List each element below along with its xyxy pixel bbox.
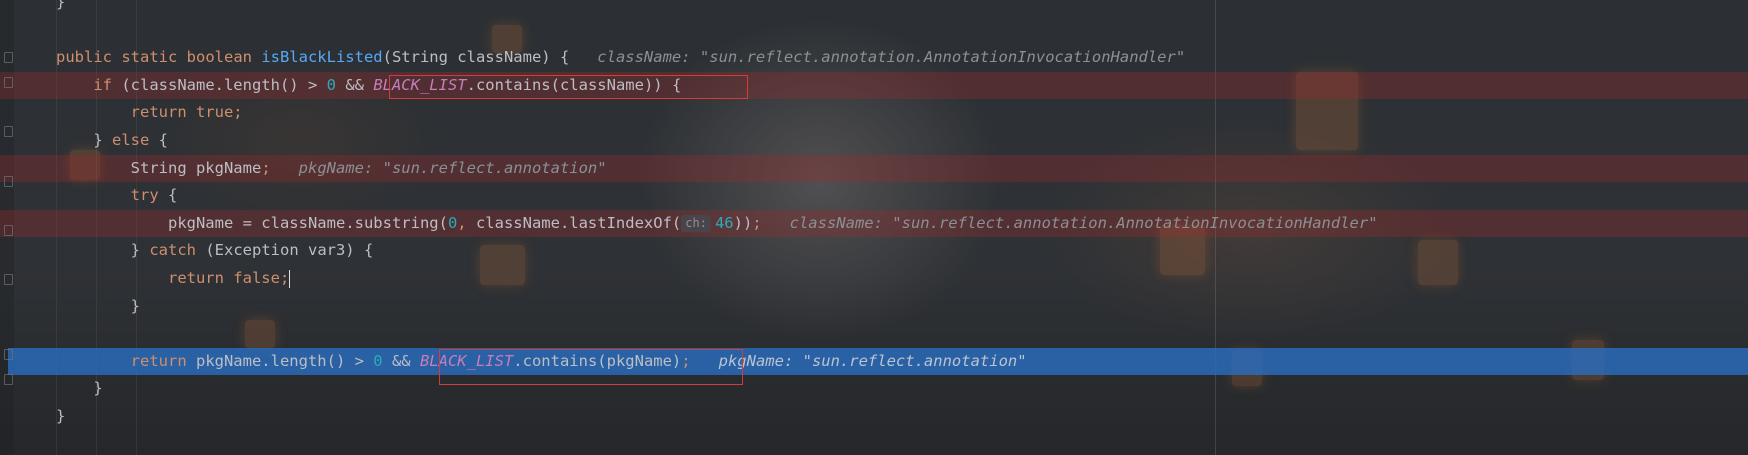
breakpoint-line[interactable]: String pkgName; pkgName: "sun.reflect.an… (0, 154, 1748, 182)
code-line[interactable]: } (0, 403, 1748, 430)
code-line[interactable]: } (0, 375, 1748, 402)
code-text: pkgName = className.substring(0, classNa… (56, 210, 1378, 237)
code-line[interactable]: try { (0, 182, 1748, 209)
breakpoint-line[interactable]: pkgName = className.substring(0, classNa… (0, 209, 1748, 237)
code-token: public (56, 48, 122, 67)
fold-marker-icon[interactable] (4, 52, 13, 63)
code-token: ; (752, 213, 762, 232)
code-text: } (56, 293, 140, 320)
code-text: return false; (56, 265, 291, 292)
breakpoint-line[interactable]: if (className.length() > 0 && BLACK_LIST… (0, 71, 1748, 99)
code-line[interactable] (0, 17, 1748, 44)
code-text: try { (56, 182, 178, 209)
code-line[interactable]: } catch (Exception var3) { (0, 237, 1748, 264)
code-token: return true; (130, 103, 243, 122)
code-token: 0 (326, 75, 336, 94)
parameter-hint: ch: (681, 214, 711, 232)
code-token: static (121, 48, 187, 67)
debug-inline-value: pkgName: "sun.reflect.annotation" (270, 158, 607, 177)
code-token: boolean (186, 48, 262, 67)
code-text: } else { (56, 127, 168, 154)
code-token: ; (261, 158, 271, 177)
debug-inline-value: className: "sun.reflect.annotation.Annot… (761, 213, 1378, 232)
code-token: className.lastIndexOf( (475, 213, 682, 232)
code-token: pkgName.length() > (195, 351, 374, 370)
code-line[interactable]: } (0, 293, 1748, 320)
code-token: (Exception var3) { (196, 241, 374, 260)
code-text: } (56, 0, 65, 16)
code-line[interactable]: public static boolean isBlackListed(Stri… (0, 44, 1748, 71)
fold-marker-icon[interactable] (4, 274, 13, 285)
current-execution-line[interactable]: return pkgName.length() > 0 && BLACK_LIS… (8, 347, 1748, 375)
code-token: else (112, 131, 150, 149)
code-text: public static boolean isBlackListed(Stri… (56, 44, 1185, 71)
code-token: } (56, 407, 66, 425)
code-token: && (335, 75, 374, 94)
fold-marker-icon[interactable] (4, 374, 13, 385)
code-token: , (457, 213, 476, 232)
code-token: try (130, 186, 159, 205)
code-token: 0 (373, 351, 383, 370)
fold-marker-icon[interactable] (4, 126, 13, 137)
code-line[interactable]: } (0, 0, 1748, 16)
code-token: )) (733, 213, 753, 232)
fold-marker-icon[interactable] (4, 349, 13, 360)
code-token: } (56, 0, 66, 11)
code-token: (String className) { (382, 48, 570, 67)
code-text: String pkgName; pkgName: "sun.reflect.an… (56, 155, 607, 182)
debug-inline-value: className: "sun.reflect.annotation.Annot… (569, 48, 1186, 67)
code-token: String pkgName (56, 158, 262, 177)
code-text: } (56, 403, 65, 430)
highlight-box (439, 349, 743, 385)
code-token: 0 (447, 213, 458, 232)
code-token: } (56, 131, 112, 149)
code-token: return false; (167, 269, 290, 287)
code-token: { (158, 186, 178, 205)
code-token: } (56, 296, 140, 315)
code-token: pkgName = className.substring( (56, 213, 448, 232)
fold-marker-icon[interactable] (4, 225, 13, 236)
code-text: return true; (56, 99, 243, 126)
code-token: (className.length() > (121, 75, 327, 94)
code-token: } (56, 379, 103, 398)
code-token: { (149, 131, 168, 149)
code-token: catch (149, 241, 196, 260)
code-token: if (93, 75, 122, 94)
code-text: } catch (Exception var3) { (56, 237, 374, 264)
code-line[interactable]: return false; (0, 265, 1748, 292)
code-text: } (56, 375, 103, 402)
code-token: return (130, 351, 196, 370)
fold-marker-icon[interactable] (4, 176, 13, 187)
code-line[interactable] (0, 320, 1748, 347)
code-token: isBlackListed (261, 48, 383, 67)
code-line[interactable]: } else { (0, 127, 1748, 154)
text-caret (289, 269, 291, 288)
fold-marker-icon[interactable] (4, 77, 13, 88)
highlight-box (389, 75, 748, 99)
code-token: && (382, 351, 420, 370)
code-line[interactable]: return true; (0, 99, 1748, 126)
code-token: 46 (714, 213, 734, 232)
code-token: } (56, 241, 150, 260)
